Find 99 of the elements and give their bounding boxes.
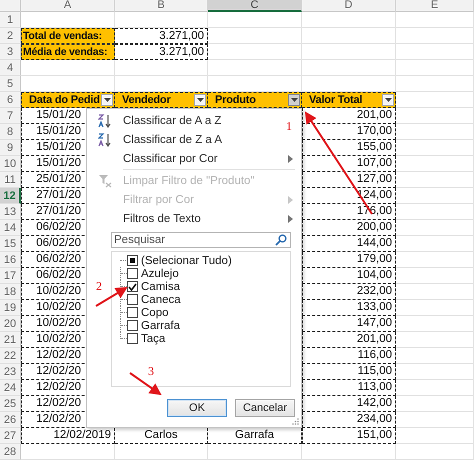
table-cell: 113,00 [302,380,396,396]
menu-item[interactable]: Classificar por Cor [123,152,218,164]
row-header[interactable]: 27 [0,428,21,444]
header-text: Valor Total [308,92,362,108]
row-header[interactable]: 16 [0,252,21,268]
caret-icon [384,98,392,102]
table-cell: 142,00 [302,396,396,412]
table-cell: 116,00 [302,348,396,364]
column-header[interactable]: D [302,0,396,12]
row-header[interactable]: 13 [0,204,21,220]
row-header[interactable]: 7 [0,108,21,124]
table-cell: Garrafa [208,428,302,444]
row-header[interactable]: 5 [0,76,21,92]
table-cell: Média de vendas: [21,44,115,60]
row-header[interactable]: 20 [0,316,21,332]
checkbox-label[interactable]: Copo [141,306,168,318]
row-header[interactable]: 24 [0,380,21,396]
filter-button[interactable] [382,94,394,106]
checkbox-label[interactable]: (Selecionar Tudo) [141,254,232,266]
table-cell: 104,00 [302,268,396,284]
column-header[interactable]: C [208,0,302,12]
filter-button[interactable] [288,94,300,106]
table-cell: 133,00 [302,300,396,316]
row-header[interactable]: 2 [0,28,21,44]
row-header[interactable]: 21 [0,332,21,348]
table-cell: 200,00 [302,220,396,236]
checkbox-label[interactable]: Camisa [141,280,180,292]
table-cell: Total de vendas: [21,28,115,44]
search-field[interactable]: Pesquisar [111,232,291,248]
row-header[interactable]: 6 [0,92,21,108]
checkbox[interactable] [127,307,138,318]
table-cell: 127,00 [302,172,396,188]
table-cell: 234,00 [302,412,396,428]
sort-ascending-icon [98,114,112,128]
row-header[interactable]: 15 [0,236,21,252]
table-cell: Carlos [115,428,208,444]
row-header[interactable]: 23 [0,364,21,380]
menu-item[interactable]: Classificar de A a Z [123,114,222,126]
header-text: Vendedor [121,92,171,108]
table-cell: 115,00 [302,364,396,380]
checkbox[interactable] [127,268,138,279]
row-header[interactable]: 9 [0,140,21,156]
search-icon [275,234,287,246]
table-cell: 155,00 [302,140,396,156]
table-cell: 3.271,00 [115,28,208,44]
table-cell: 147,00 [302,316,396,332]
ok-button[interactable]: OK [167,399,227,417]
checkbox-label[interactable]: Azulejo [141,268,179,280]
table-cell: 12/02/2019 [21,428,115,444]
row-header[interactable]: 4 [0,60,21,76]
clear-filter-icon [98,174,112,188]
column-header[interactable]: A [21,0,115,12]
row-header[interactable]: 19 [0,300,21,316]
table-cell: 144,00 [302,236,396,252]
filter-button[interactable] [194,94,206,106]
menu-item[interactable]: Classificar de Z a A [123,134,222,146]
row-header[interactable]: 14 [0,220,21,236]
checkbox-label[interactable]: Garrafa [141,320,180,332]
table-cell: 107,00 [302,156,396,172]
sort-descending-icon [98,132,112,146]
row-header[interactable]: 1 [0,12,21,28]
row-header[interactable]: 26 [0,412,21,428]
caret-icon [196,98,204,102]
menu-item[interactable]: Filtros de Texto [123,212,201,224]
cancel-button[interactable]: Cancelar [235,399,295,417]
column-header[interactable]: B [115,0,208,12]
resize-grip-icon[interactable] [292,418,299,425]
row-header[interactable]: 12 [0,188,21,204]
checkbox[interactable] [127,320,138,331]
checkbox[interactable] [127,333,138,344]
table-cell: 151,00 [302,428,396,444]
row-header[interactable]: 28 [0,444,21,460]
caret-icon [104,98,110,102]
row-header[interactable]: 17 [0,268,21,284]
checkbox[interactable] [127,294,138,305]
row-header[interactable]: 10 [0,156,21,172]
checkbox[interactable] [127,281,138,292]
column-header[interactable]: E [396,0,474,12]
filter-button[interactable] [101,94,113,106]
row-header[interactable]: 25 [0,396,21,412]
caret-icon [290,98,298,102]
header-text: Produto [214,92,256,108]
checkbox-label[interactable]: Taça [141,332,166,344]
table-cell: 232,00 [302,284,396,300]
header-text: Data do Pedid [28,92,100,108]
checkbox[interactable] [127,255,138,266]
step-number: 1 [286,119,292,134]
step-number: 3 [148,364,154,379]
row-header[interactable]: 8 [0,124,21,140]
table-cell: 3.271,00 [115,44,208,60]
row-header[interactable]: 3 [0,44,21,60]
row-header[interactable]: 11 [0,172,21,188]
table-cell: 179,00 [302,252,396,268]
checkbox-label[interactable]: Caneca [141,294,181,306]
row-header[interactable]: 22 [0,348,21,364]
table-cell: 201,00 [302,332,396,348]
row-header[interactable]: 18 [0,284,21,300]
table-cell: 170,00 [302,124,396,140]
table-cell: 201,00 [302,108,396,124]
